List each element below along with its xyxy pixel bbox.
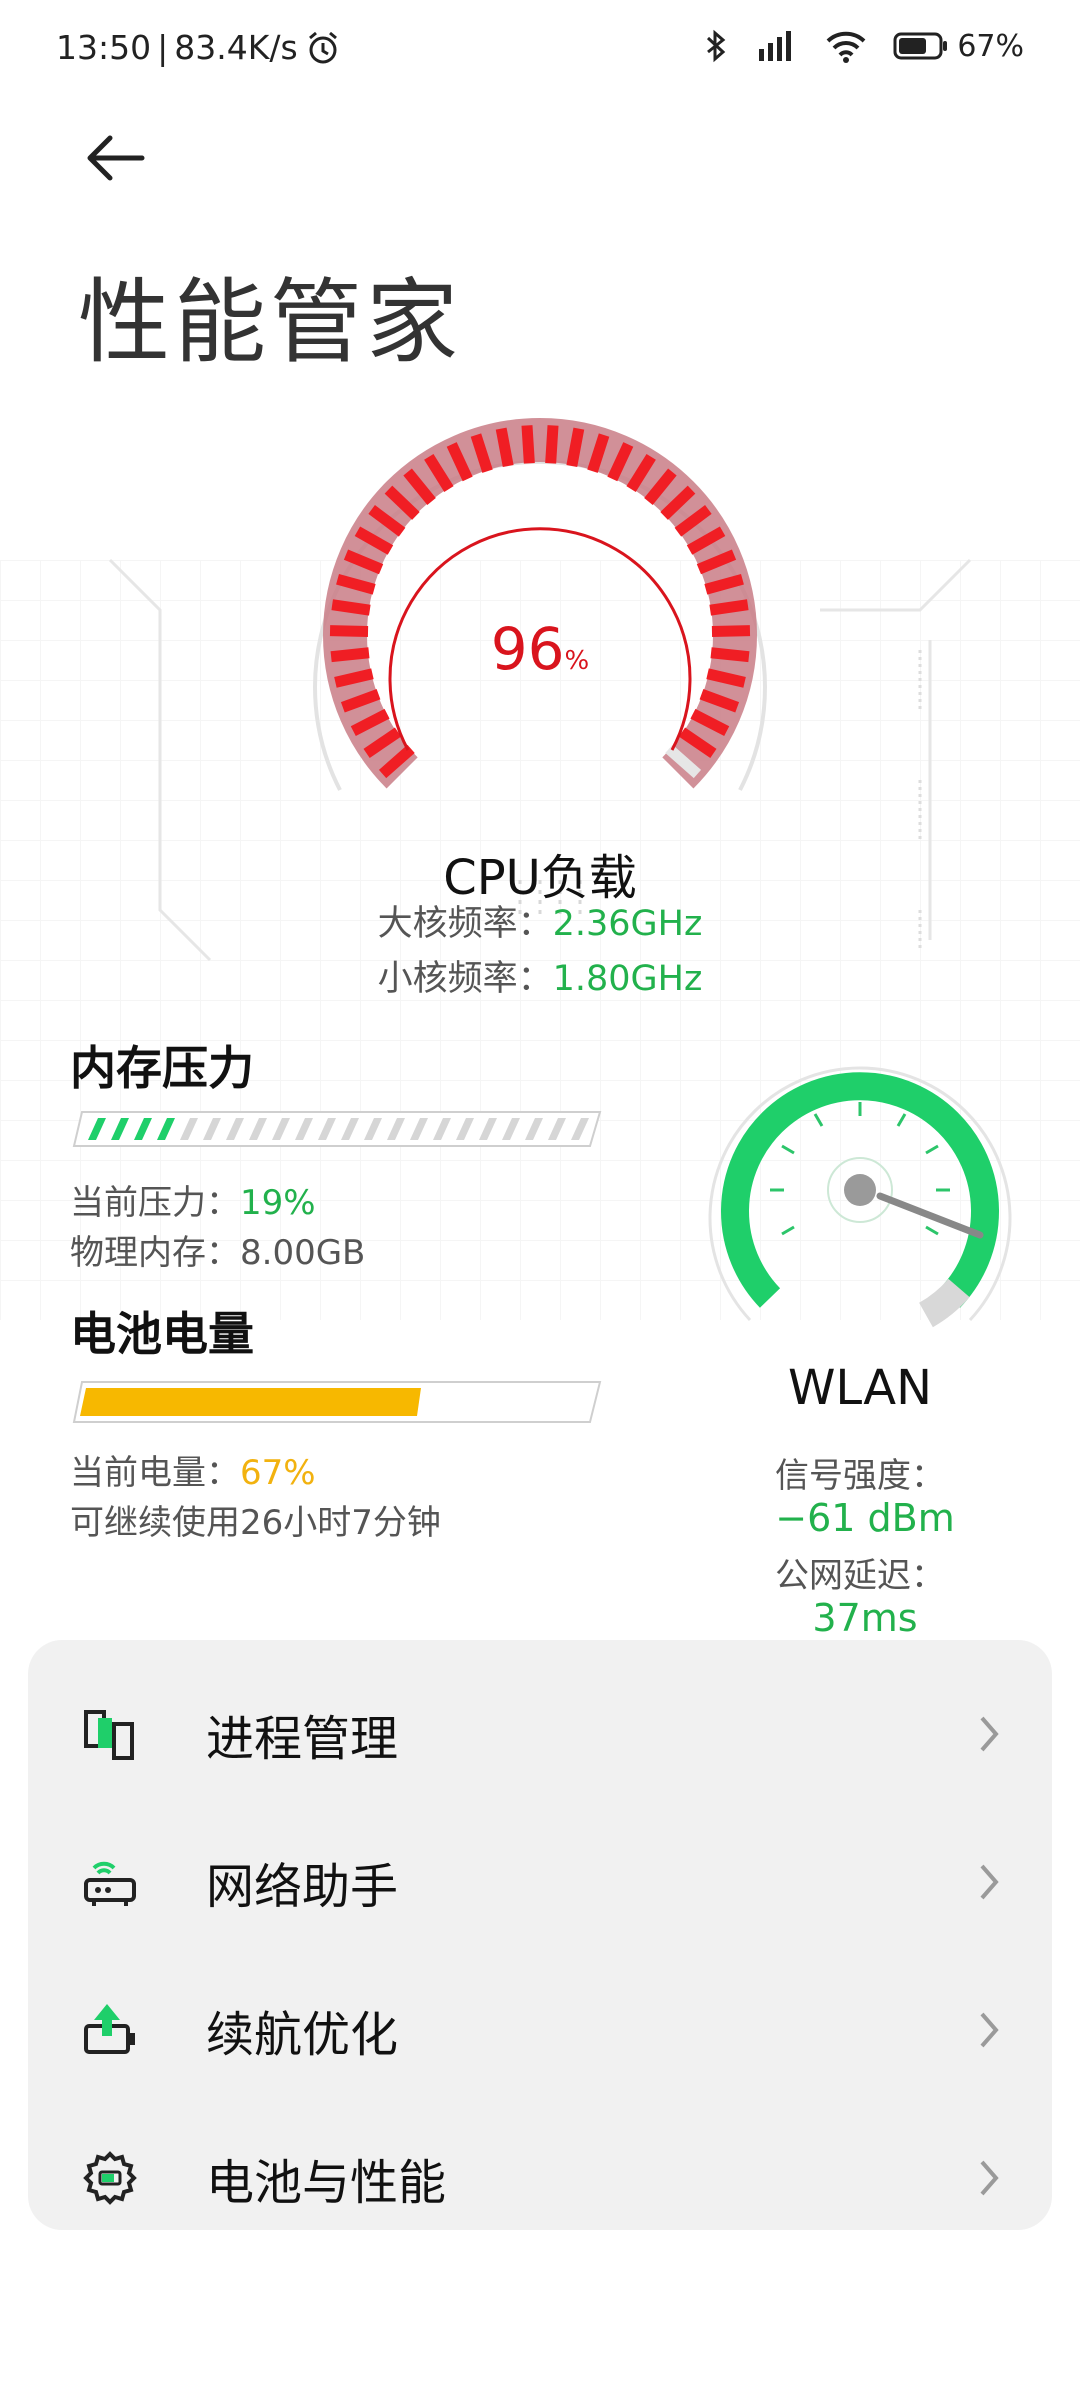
router-icon (84, 1861, 136, 1906)
physical-memory-label: 物理内存： (70, 1233, 240, 1273)
cpu-gauge-tick (331, 599, 371, 616)
battery-level-info: 当前电量：67% (70, 1445, 316, 1494)
memory-pressure-bar (72, 1111, 602, 1147)
physical-memory-value: 8.00GB (240, 1233, 366, 1273)
memory-pressure-info: 当前压力：19% (70, 1175, 316, 1224)
page-title: 性能管家 (78, 269, 463, 376)
cpu-load-value: 96% (0, 615, 1080, 683)
menu-item-endurance-optimization[interactable]: 续航优化 (28, 1956, 1052, 2104)
wifi-icon (826, 31, 866, 63)
battery-level-title: 电池电量 (70, 1307, 254, 1361)
process-icon (84, 1710, 134, 1760)
physical-memory-info: 物理内存：8.00GB (70, 1225, 365, 1274)
status-bar-right: 67% (705, 28, 1024, 64)
signal-strength-value: −61 dBm (775, 1496, 955, 1540)
menu-label-endurance: 续航优化 (206, 2007, 399, 2063)
feature-menu: 进程管理 网络助手 续航优化 电池与性能 (28, 1640, 1052, 2230)
latency-value: 37ms (812, 1596, 918, 1640)
chevron-right-icon (980, 2160, 999, 2196)
wlan-gauge (708, 1066, 1012, 1328)
battery-bar-fill (80, 1388, 421, 1416)
chevron-right-icon (980, 2012, 999, 2048)
menu-label-battery-performance: 电池与性能 (206, 2155, 447, 2211)
battery-percent: 67% (957, 28, 1024, 64)
battery-level-bar (72, 1381, 602, 1423)
cpu-gauge-tick (566, 427, 585, 467)
bluetooth-icon (707, 29, 726, 63)
cpu-gauge-tick (709, 599, 749, 616)
cpu-gauge-tick (521, 425, 535, 464)
menu-label-network: 网络助手 (206, 1859, 399, 1915)
battery-icon (893, 32, 948, 60)
back-arrow-icon[interactable] (80, 128, 150, 188)
big-core-value: 2.36GHz (552, 904, 703, 944)
cpu-load-number: 96 (490, 615, 565, 683)
memory-pressure-title: 内存压力 (70, 1041, 254, 1095)
chevron-right-icon (980, 1716, 999, 1752)
menu-label-process: 进程管理 (206, 1711, 399, 1767)
status-net-speed: 83.4K/s (174, 28, 298, 67)
alarm-icon (308, 31, 337, 63)
signal-strength-label: 信号强度： (775, 1456, 945, 1496)
menu-item-network-assistant[interactable]: 网络助手 (28, 1808, 1052, 1956)
small-core-frequency: 小核频率：1.80GHz (0, 950, 1080, 1001)
big-core-label: 大核频率： (377, 904, 553, 944)
latency-label: 公网延迟： (775, 1556, 945, 1596)
memory-pressure-label: 当前压力： (70, 1183, 240, 1223)
battery-level-label: 当前电量： (70, 1453, 240, 1493)
small-core-label: 小核频率： (377, 959, 553, 999)
wlan-label: WLAN (787, 1360, 933, 1416)
cpu-load-unit: % (564, 646, 590, 676)
menu-item-process-management[interactable]: 进程管理 (28, 1660, 1052, 1808)
status-time: 13:50 (56, 28, 152, 67)
status-separator: | (157, 28, 169, 67)
menu-item-battery-performance[interactable]: 电池与性能 (28, 2104, 1052, 2252)
chevron-right-icon (980, 1864, 999, 1900)
big-core-frequency: 大核频率：2.36GHz (0, 895, 1080, 946)
cpu-gauge-tick (545, 425, 559, 464)
battery-level-value: 67% (240, 1453, 316, 1493)
gear-battery-icon (83, 2151, 137, 2205)
cpu-gauge-tick (495, 427, 514, 467)
cellular-signal-icon (759, 31, 792, 61)
small-core-value: 1.80GHz (552, 959, 703, 999)
battery-boost-icon (84, 2004, 135, 2054)
status-bar-left: 13:50 | 83.4K/s (56, 28, 342, 67)
memory-pressure-value: 19% (240, 1183, 316, 1223)
battery-remaining: 可继续使用26小时7分钟 (70, 1503, 441, 1543)
